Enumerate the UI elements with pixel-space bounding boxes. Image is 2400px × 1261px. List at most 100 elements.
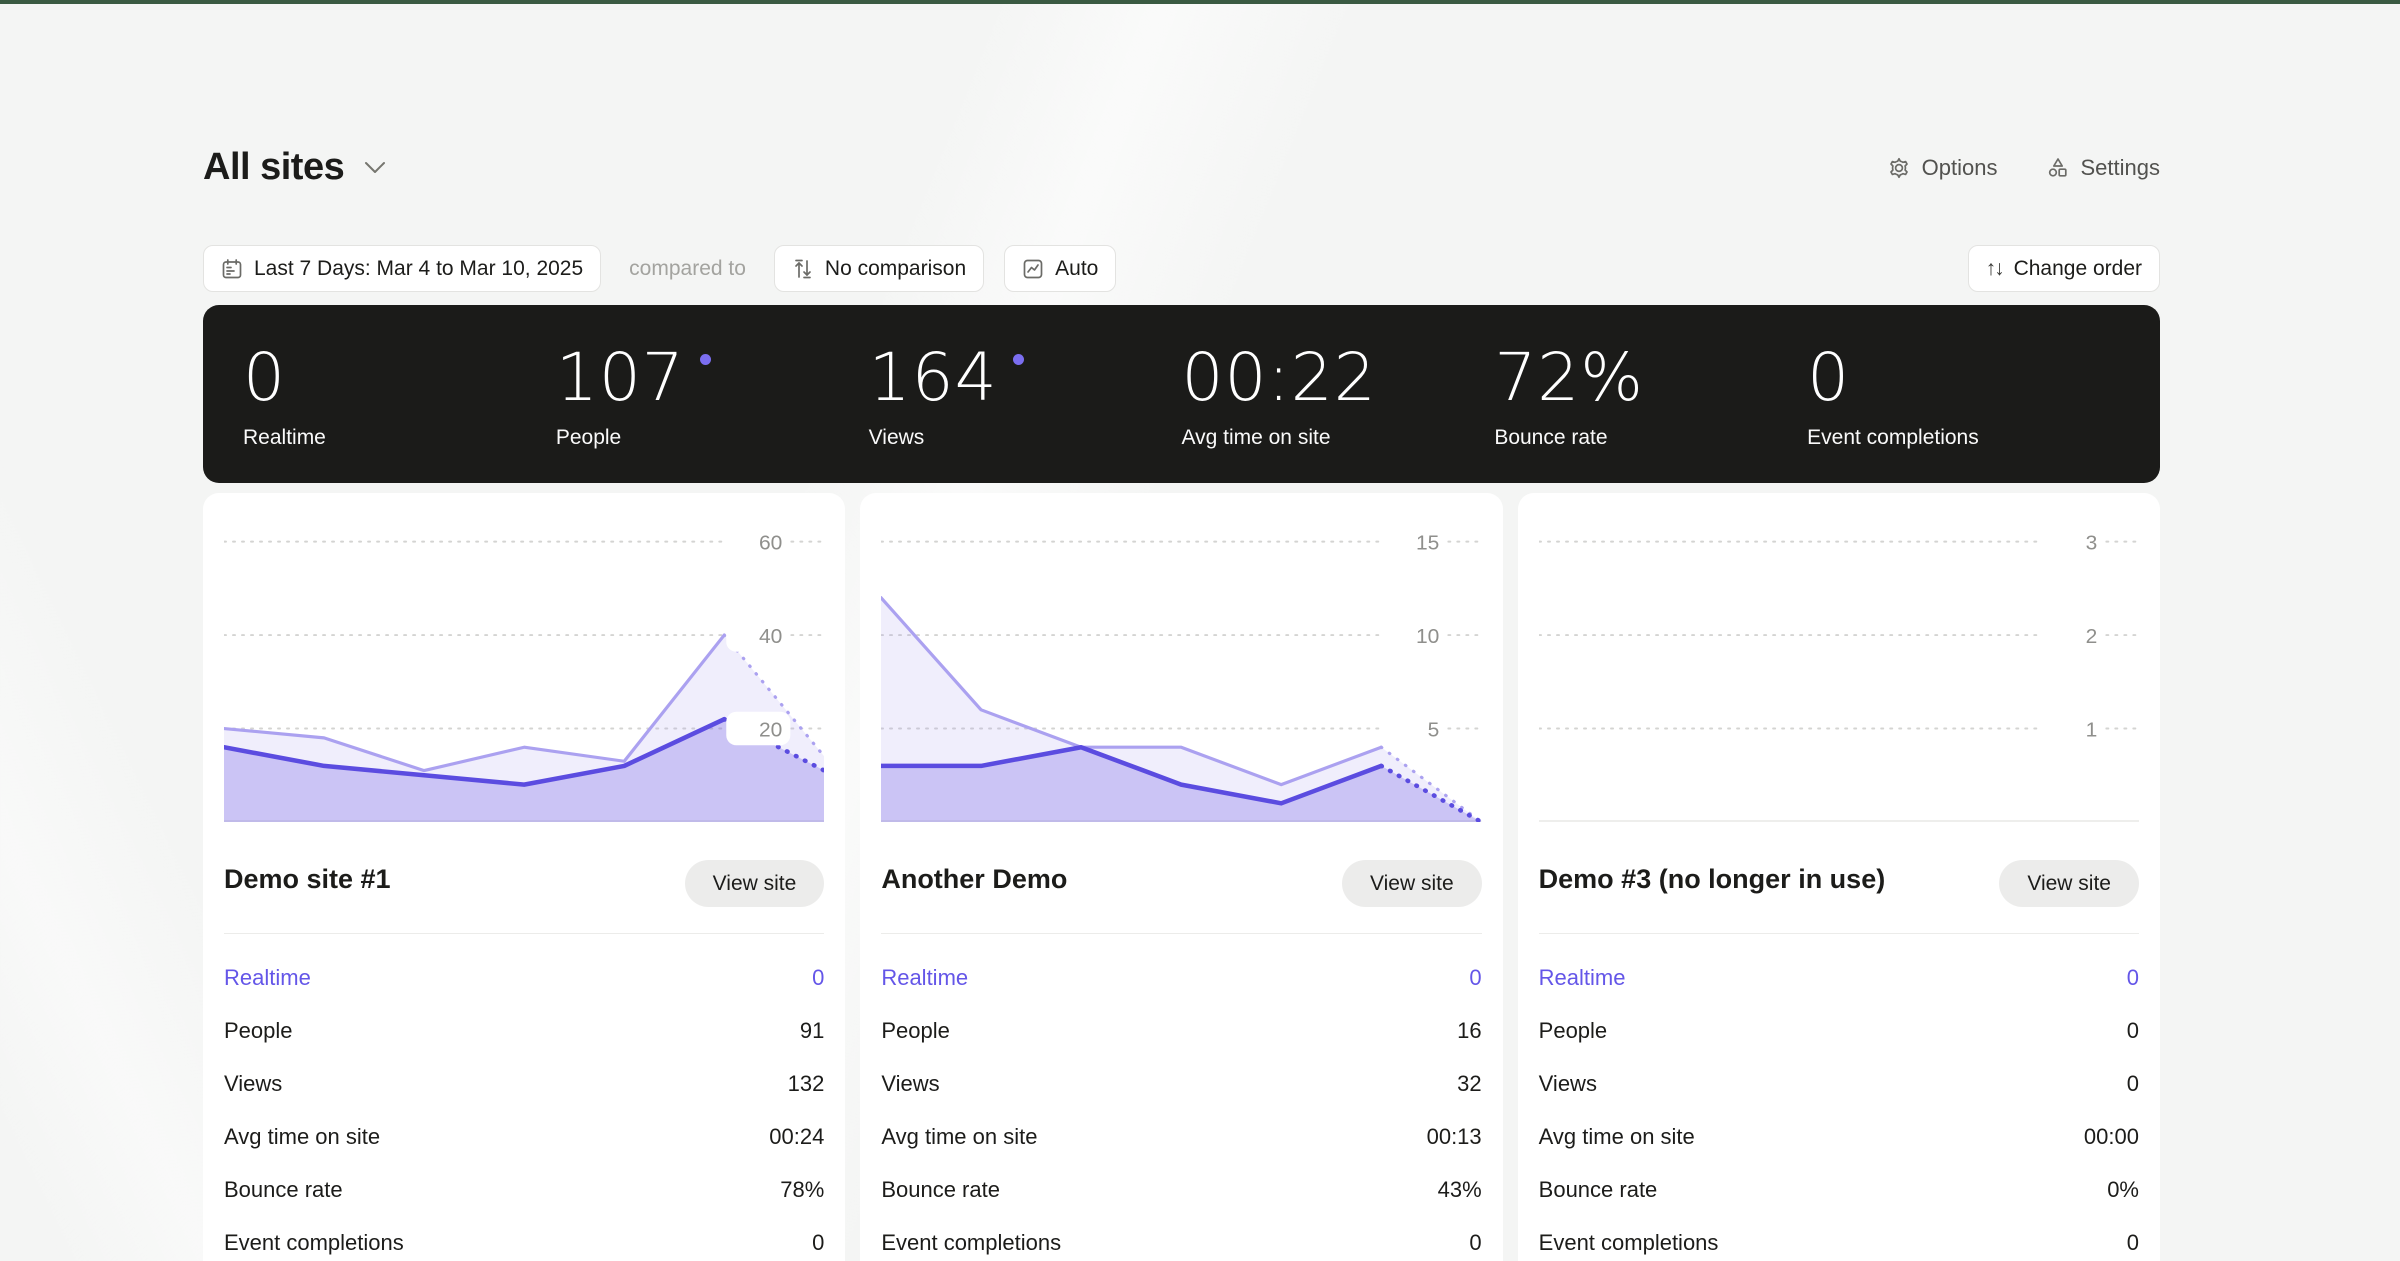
site-card: 60 40 20 Demo site #1 View site Realtime 0 … — [203, 493, 846, 1261]
stat-label: Realtime — [224, 964, 311, 990]
stat-row: Event completions 0 — [224, 1216, 824, 1261]
stat-row: People 16 — [881, 1004, 1481, 1057]
summary-value: 0 — [1807, 338, 1851, 416]
stat-value: 78% — [780, 1176, 825, 1202]
svg-text:1: 1 — [2085, 719, 2097, 742]
stat-row: People 0 — [1539, 1004, 2139, 1057]
chart-mode-button[interactable]: Auto — [1004, 245, 1117, 292]
stat-row-realtime[interactable]: Realtime 0 — [1539, 951, 2139, 1004]
summary-label: People — [555, 425, 622, 449]
comparison-button[interactable]: No comparison — [773, 245, 985, 292]
stat-row: Views 132 — [224, 1057, 824, 1110]
stat-value: 0% — [2107, 1176, 2139, 1202]
summary-label: Views — [868, 425, 925, 449]
stat-label: Views — [1538, 1070, 1597, 1096]
options-label: Options — [1921, 154, 1998, 180]
summary-stat-views: 164 Views — [868, 344, 1182, 450]
summary-value: 72% — [1494, 338, 1645, 416]
site-card: 15 10 5 Another Demo View site Realtime 0 P… — [860, 493, 1503, 1261]
view-site-button[interactable]: View site — [1999, 860, 2139, 907]
stat-value: 00:13 — [1426, 1123, 1482, 1149]
stat-value: 0 — [2126, 1229, 2139, 1255]
site-card: 3 2 1 Demo #3 (no longer in use) View site… — [1517, 493, 2160, 1261]
up-down-arrows-icon: ↑↓ — [1985, 256, 2005, 280]
stat-value: 16 — [1457, 1017, 1482, 1043]
date-range-label: Last 7 Days: Mar 4 to Mar 10, 2025 — [254, 256, 584, 280]
options-button[interactable]: Options — [1887, 155, 1998, 181]
toolbar-filters: Last 7 Days: Mar 4 to Mar 10, 2025 compa… — [203, 245, 1117, 292]
comparison-label: No comparison — [824, 256, 967, 280]
summary-value: 0 — [243, 338, 286, 416]
stat-row: Event completions 0 — [1539, 1216, 2139, 1261]
stat-value: 0 — [2126, 964, 2139, 990]
stat-label: People — [881, 1017, 950, 1043]
stat-label: Realtime — [1538, 964, 1626, 990]
change-order-label: Change order — [2013, 256, 2142, 280]
stat-row-realtime[interactable]: Realtime 0 — [881, 951, 1481, 1004]
stat-value: 0 — [812, 964, 825, 990]
stat-label: Bounce rate — [881, 1176, 1000, 1202]
site-chart: 15 10 5 — [881, 524, 1482, 822]
stat-label: Bounce rate — [224, 1176, 343, 1202]
svg-text:3: 3 — [2085, 532, 2097, 555]
site-cards: 60 40 20 Demo site #1 View site Realtime 0 … — [203, 493, 2160, 1261]
change-order-button[interactable]: ↑↓ Change order — [1967, 245, 2160, 292]
view-site-button[interactable]: View site — [684, 860, 825, 907]
site-stats: Realtime 0 People 16 Views 32 Avg time on s… — [881, 951, 1481, 1261]
site-name[interactable]: Demo site #1 — [224, 860, 391, 899]
chevron-down-icon — [364, 161, 386, 174]
shapes-icon — [2046, 156, 2070, 180]
stat-label: People — [224, 1017, 293, 1043]
stat-label: Avg time on site — [224, 1123, 381, 1149]
svg-text:10: 10 — [1416, 625, 1439, 648]
site-switcher[interactable]: All sites — [203, 146, 386, 189]
settings-button[interactable]: Settings — [2046, 154, 2161, 181]
stat-row: Views 0 — [1539, 1057, 2139, 1110]
summary-bar: 0 Realtime 107 People 164 Views 00:22 Av… — [203, 305, 2160, 483]
stat-row-realtime[interactable]: Realtime 0 — [224, 951, 824, 1004]
line-chart-icon — [1022, 258, 1044, 280]
gear-icon — [1887, 156, 1911, 180]
stat-label: People — [1538, 1017, 1608, 1043]
stat-value: 0 — [2126, 1070, 2139, 1096]
svg-text:20: 20 — [759, 719, 782, 742]
view-site-button[interactable]: View site — [1342, 860, 1482, 907]
stat-value: 0 — [2126, 1017, 2139, 1043]
summary-value: 107 — [555, 338, 685, 416]
stat-label: Bounce rate — [1538, 1176, 1658, 1202]
stat-row: Avg time on site 00:13 — [881, 1110, 1481, 1163]
summary-label: Avg time on site — [1181, 425, 1331, 449]
summary-label: Event completions — [1807, 425, 1979, 449]
chart-mode-label: Auto — [1055, 256, 1099, 280]
site-name[interactable]: Another Demo — [881, 860, 1067, 899]
site-name[interactable]: Demo #3 (no longer in use) — [1539, 860, 1886, 899]
summary-stat-events: 0 Event completions — [1807, 338, 2120, 450]
site-chart: 60 40 20 — [224, 524, 825, 822]
svg-text:5: 5 — [1428, 719, 1440, 742]
divider — [1538, 933, 2139, 934]
stat-row: Bounce rate 0% — [1539, 1163, 2139, 1216]
calendar-icon — [221, 258, 243, 280]
divider — [224, 933, 825, 934]
stat-label: Realtime — [881, 964, 969, 990]
stat-row: Avg time on site 00:24 — [224, 1110, 824, 1163]
stat-value: 32 — [1457, 1070, 1482, 1096]
summary-stat-realtime: 0 Realtime — [243, 338, 556, 450]
stat-value: 0 — [1469, 964, 1482, 990]
toolbar: Last 7 Days: Mar 4 to Mar 10, 2025 compa… — [203, 245, 2160, 292]
settings-label: Settings — [2080, 154, 2161, 180]
stat-value: 43% — [1437, 1176, 1482, 1202]
header: All sites Options Settings — [203, 146, 2160, 189]
date-range-button[interactable]: Last 7 Days: Mar 4 to Mar 10, 2025 — [203, 245, 602, 292]
stat-value: 00:00 — [2083, 1123, 2139, 1149]
svg-text:60: 60 — [759, 532, 782, 555]
summary-label: Realtime — [243, 425, 326, 449]
svg-text:40: 40 — [759, 625, 782, 648]
summary-label: Bounce rate — [1494, 425, 1608, 449]
stat-row: Bounce rate 43% — [881, 1163, 1481, 1216]
compared-to-label: compared to — [629, 256, 746, 280]
summary-stat-people: 107 People — [555, 338, 869, 450]
dashboard: All sites Options Settings Last 7 Days: … — [0, 4, 2400, 1261]
page-title: All sites — [203, 146, 345, 188]
stat-label: Avg time on site — [881, 1123, 1038, 1149]
